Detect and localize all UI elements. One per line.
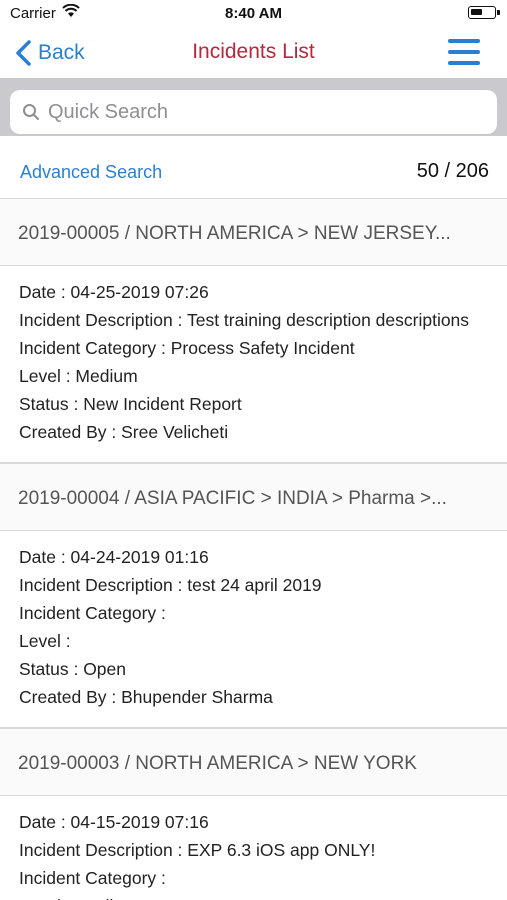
incident-header[interactable]: 2019-00005 / NORTH AMERICA > NEW JERSEY.… [0,198,507,266]
status-bar: Carrier 8:40 AM [0,0,507,28]
back-button[interactable]: Back [14,37,85,69]
incident-list: 2019-00005 / NORTH AMERICA > NEW JERSEY.… [0,198,507,900]
search-icon [23,104,39,120]
incident-status: Status : New Incident Report [19,394,242,414]
chevron-left-icon [16,40,31,66]
incident-category: Incident Category : Process Safety Incid… [19,338,355,358]
incident-created-by: Created By : Sree Velicheti [19,422,229,442]
battery-icon [468,6,500,19]
filter-row: Advanced Search 50 / 206 [0,148,507,198]
back-label: Back [38,41,85,64]
incident-date: Date : 04-15-2019 07:16 [19,812,209,832]
incident-level: Level : [19,631,71,651]
incident-details[interactable]: Date : 04-24-2019 01:16 Incident Descrip… [0,531,507,728]
navigation-bar: Back Incidents List [0,28,507,78]
incident-card: 2019-00003 / NORTH AMERICA > NEW YORK Da… [0,728,507,900]
incident-status: Status : Open [19,659,127,679]
incident-category: Incident Category : [19,868,166,888]
incident-level: Level : Medium [19,892,507,900]
incident-category: Incident Category : [19,603,166,623]
incident-header[interactable]: 2019-00003 / NORTH AMERICA > NEW YORK [0,728,507,796]
advanced-search-link[interactable]: Advanced Search [20,162,162,183]
result-count: 50 / 206 [416,160,489,182]
menu-icon [448,39,480,43]
search-bar-container [0,78,507,136]
incident-level: Level : Medium [19,366,138,386]
clock-time: 8:40 AM [225,5,282,22]
quick-search-input[interactable] [48,100,468,124]
incident-details[interactable]: Date : 04-25-2019 07:26 Incident Descrip… [0,266,507,463]
incident-description: Incident Description : test 24 april 201… [19,575,322,595]
incident-date: Date : 04-24-2019 01:16 [19,547,209,567]
incident-created-by: Created By : Bhupender Sharma [19,687,273,707]
incident-description: Incident Description : Test training des… [19,310,470,330]
search-field[interactable] [10,90,497,134]
hamburger-menu-button[interactable] [448,39,480,65]
incident-details[interactable]: Date : 04-15-2019 07:16 Incident Descrip… [0,796,507,900]
incident-card: 2019-00004 / ASIA PACIFIC > INDIA > Phar… [0,463,507,728]
incident-description: Incident Description : EXP 6.3 iOS app O… [19,840,376,860]
incident-header[interactable]: 2019-00004 / ASIA PACIFIC > INDIA > Phar… [0,463,507,531]
incident-date: Date : 04-25-2019 07:26 [19,282,209,302]
incident-card: 2019-00005 / NORTH AMERICA > NEW JERSEY.… [0,198,507,463]
